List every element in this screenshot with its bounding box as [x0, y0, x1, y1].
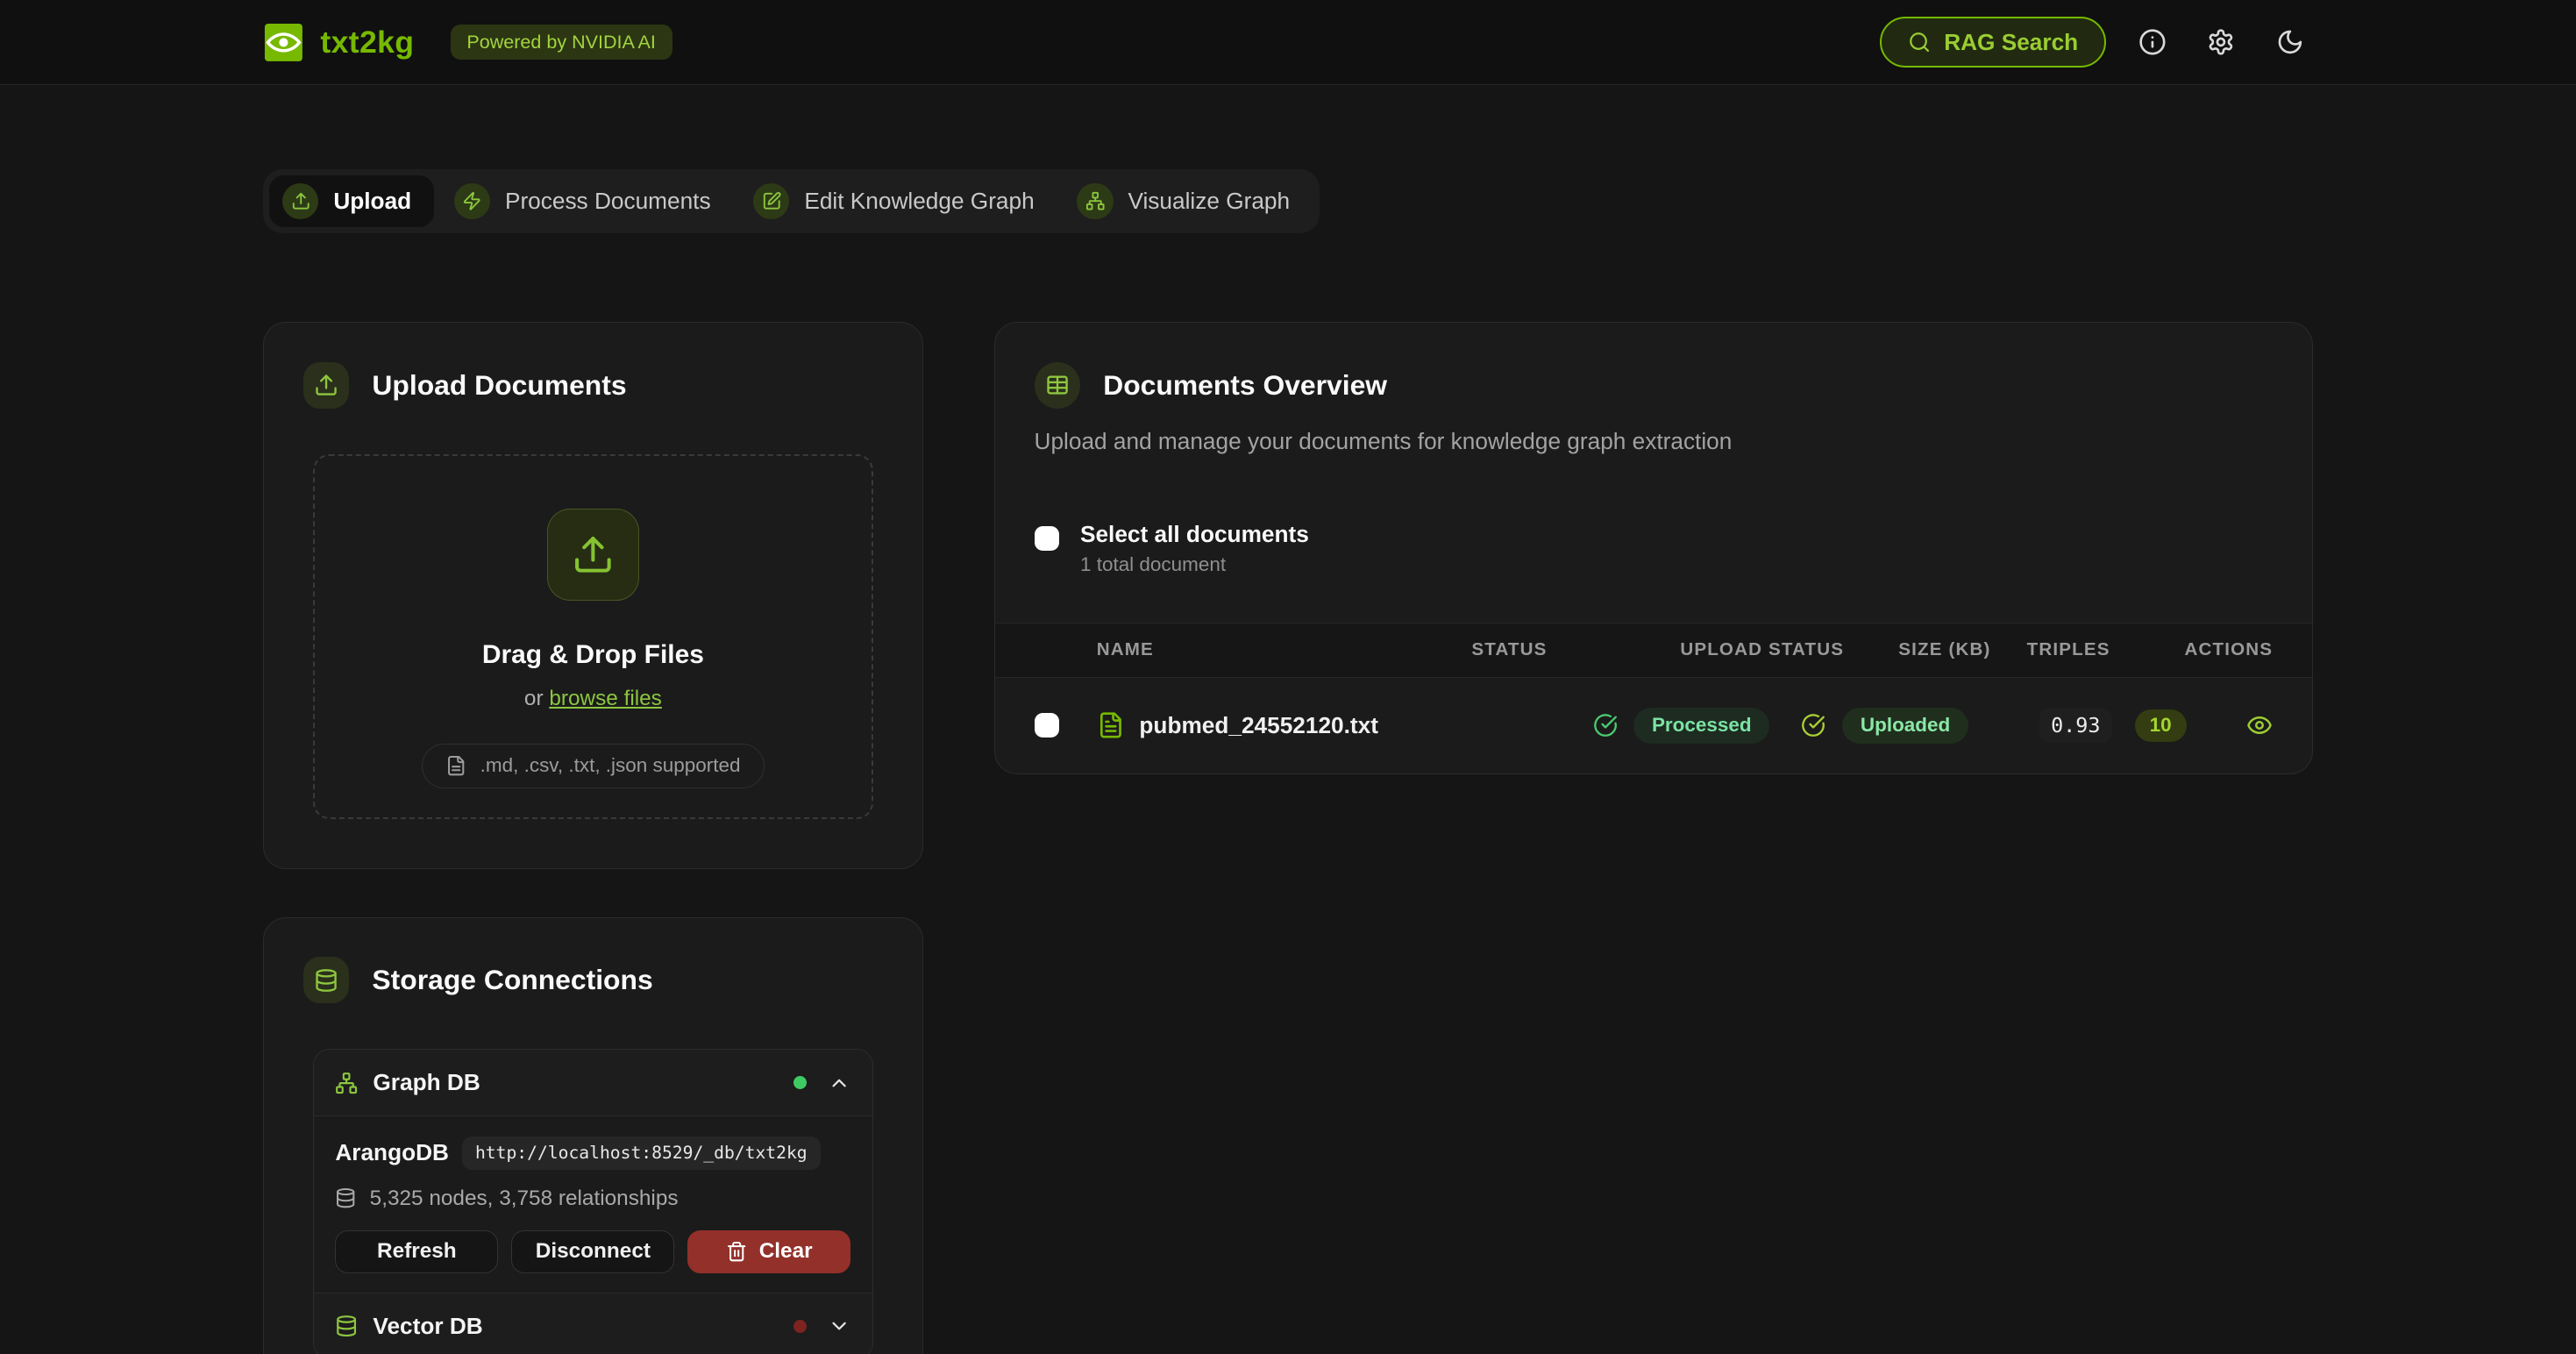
zap-icon: [454, 183, 490, 219]
documents-card-subtitle: Upload and manage your documents for kno…: [995, 409, 2313, 455]
check-circle-icon: [1801, 713, 1825, 738]
select-all-label: Select all documents: [1080, 521, 1309, 548]
documents-overview-card: Documents Overview Upload and manage you…: [994, 322, 2314, 773]
col-size: Size (KB): [1889, 639, 1990, 660]
chevron-up-icon: [828, 1072, 850, 1094]
triples-count-badge: 10: [2135, 709, 2187, 742]
nvidia-logo-icon: [263, 22, 304, 63]
database-icon: [303, 957, 349, 1002]
rag-search-label: RAG Search: [1944, 29, 2078, 56]
file-text-icon: [1097, 711, 1125, 739]
select-all-checkbox[interactable]: [1035, 526, 1059, 551]
tab-process-documents[interactable]: Process Documents: [441, 175, 734, 226]
tab-upload[interactable]: Upload: [269, 175, 434, 226]
provider-name: ArangoDB: [335, 1139, 449, 1166]
tab-visualize-graph[interactable]: Visualize Graph: [1064, 175, 1313, 226]
check-circle-icon: [1593, 713, 1618, 738]
vector-db-section-toggle[interactable]: Vector DB: [314, 1293, 872, 1354]
eye-icon: [2246, 712, 2273, 738]
tab-process-documents-label: Process Documents: [505, 188, 711, 215]
chevron-down-icon: [828, 1315, 850, 1337]
supported-formats-text: .md, .csv, .txt, .json supported: [480, 754, 741, 777]
trash-icon: [726, 1241, 747, 1262]
database-icon: [335, 1315, 358, 1337]
graph-db-label: Graph DB: [373, 1069, 480, 1096]
file-dropzone[interactable]: Drag & Drop Files or browse files .md, .…: [313, 454, 873, 819]
select-all-row[interactable]: Select all documents 1 total document: [1035, 521, 2274, 576]
tab-visualize-graph-label: Visualize Graph: [1128, 188, 1290, 215]
graph-db-stats: 5,325 nodes, 3,758 relationships: [370, 1187, 679, 1211]
dropzone-subtext: or browse files: [524, 687, 662, 711]
col-name: Name: [1097, 639, 1472, 660]
info-icon: [2138, 28, 2167, 56]
search-icon: [1908, 31, 1931, 53]
row-checkbox[interactable]: [1035, 713, 1059, 738]
col-triples: Triples: [1990, 639, 2089, 660]
graph-db-details: ArangoDB http://localhost:8529/_db/txt2k…: [314, 1115, 872, 1293]
refresh-button[interactable]: Refresh: [335, 1230, 498, 1273]
upload-icon: [303, 362, 349, 408]
document-name: pubmed_24552120.txt: [1139, 712, 1378, 739]
tab-upload-label: Upload: [333, 188, 411, 215]
db-connections-box: Graph DB ArangoDB http://localhost:8529/…: [313, 1049, 873, 1354]
or-text: or: [524, 687, 544, 710]
col-upload-status: Upload Status: [1680, 639, 1889, 660]
col-actions: Actions: [2089, 639, 2273, 660]
vector-db-label: Vector DB: [373, 1313, 482, 1340]
storage-connections-card: Storage Connections Graph DB ArangoDB: [263, 917, 923, 1354]
size-value: 0.93: [2039, 709, 2112, 743]
refresh-label: Refresh: [377, 1239, 457, 1264]
network-graph-icon: [335, 1072, 358, 1094]
app-window: txt2kg Powered by NVIDIA AI RAG Search: [0, 0, 2576, 1354]
moon-icon: [2276, 28, 2304, 56]
theme-toggle-button[interactable]: [2267, 19, 2313, 65]
network-graph-icon: [1077, 183, 1113, 219]
status-badge: Processed: [1633, 708, 1769, 744]
upload-icon: [547, 509, 639, 601]
edit-icon: [753, 183, 789, 219]
clear-label: Clear: [759, 1239, 813, 1264]
upload-icon: [282, 183, 318, 219]
table-row: pubmed_24552120.txt Processed Uploaded 0…: [995, 678, 2313, 773]
database-icon: [335, 1187, 356, 1208]
tab-edit-knowledge-graph-label: Edit Knowledge Graph: [804, 188, 1034, 215]
total-documents-label: 1 total document: [1080, 553, 1309, 576]
brand: txt2kg Powered by NVIDIA AI: [263, 22, 672, 63]
documents-card-title: Documents Overview: [1103, 369, 1387, 402]
table-grid-icon: [1035, 362, 1080, 408]
tab-edit-knowledge-graph[interactable]: Edit Knowledge Graph: [740, 175, 1057, 226]
col-status: Status: [1471, 639, 1680, 660]
storage-card-title: Storage Connections: [372, 964, 652, 996]
info-button[interactable]: [2129, 19, 2174, 65]
documents-table-header: Name Status Upload Status Size (KB) Trip…: [995, 623, 2313, 678]
connected-status-dot: [793, 1076, 807, 1089]
dropzone-heading: Drag & Drop Files: [482, 640, 704, 670]
main-tabbar: Upload Process Documents Edit Knowledge …: [263, 169, 1320, 233]
disconnect-label: Disconnect: [536, 1239, 651, 1264]
disconnect-button[interactable]: Disconnect: [511, 1230, 674, 1273]
top-header: txt2kg Powered by NVIDIA AI RAG Search: [0, 0, 2576, 85]
upload-card-title: Upload Documents: [372, 369, 626, 402]
view-document-button[interactable]: [2246, 712, 2273, 738]
clear-button[interactable]: Clear: [687, 1230, 850, 1273]
upload-documents-card: Upload Documents Drag & Drop Files or br…: [263, 322, 923, 869]
disconnected-status-dot: [793, 1320, 807, 1333]
db-endpoint-url: http://localhost:8529/_db/txt2kg: [462, 1137, 821, 1170]
settings-button[interactable]: [2198, 19, 2244, 65]
app-title: txt2kg: [320, 25, 414, 61]
graph-db-section-toggle[interactable]: Graph DB: [314, 1050, 872, 1115]
powered-by-badge: Powered by NVIDIA AI: [451, 25, 672, 60]
rag-search-button[interactable]: RAG Search: [1880, 17, 2106, 68]
browse-files-link[interactable]: browse files: [549, 687, 662, 710]
upload-status-badge: Uploaded: [1842, 708, 1968, 744]
gear-icon: [2207, 28, 2235, 56]
supported-formats-pill: .md, .csv, .txt, .json supported: [422, 744, 765, 787]
file-icon: [445, 755, 466, 776]
